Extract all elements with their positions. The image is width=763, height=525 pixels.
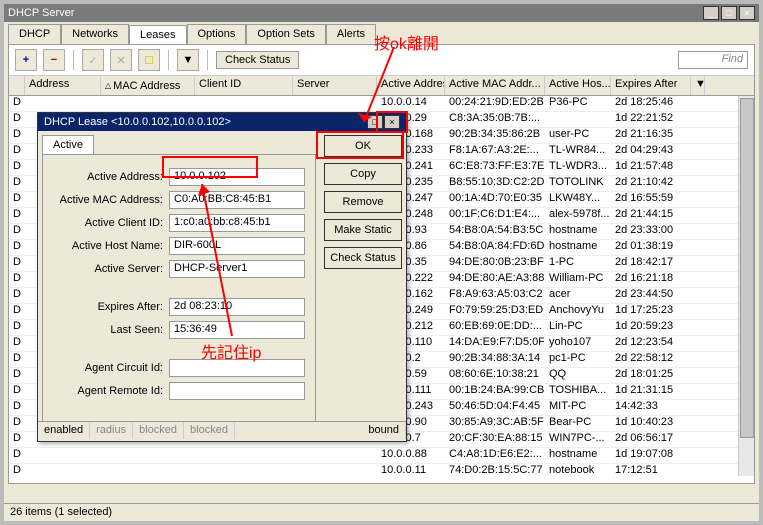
col-expires[interactable]: Expires After — [611, 76, 691, 95]
toolbar: + − ✓ ✕ ☐ ▼ Check Status Find — [9, 45, 754, 76]
check-status-button[interactable]: Check Status — [216, 51, 299, 69]
comment-icon[interactable]: ☐ — [138, 49, 160, 71]
table-row[interactable]: D10.0.0.1400:24:21:9D:ED:2BP36-PC2d 18:2… — [9, 96, 754, 112]
tab-dhcp[interactable]: DHCP — [8, 24, 61, 44]
check-status-lease-button[interactable]: Check Status — [324, 247, 402, 269]
tab-option-sets[interactable]: Option Sets — [246, 24, 325, 44]
tab-options[interactable]: Options — [187, 24, 247, 44]
status-blocked1: blocked — [133, 422, 184, 439]
table-row[interactable]: D10.0.0.1174:D0:2B:15:5C:77notebook17:12… — [9, 464, 754, 476]
filter-icon[interactable]: ▼ — [177, 49, 199, 71]
dialog-restore-button[interactable]: □ — [367, 115, 383, 129]
col-server[interactable]: Server — [293, 76, 377, 95]
fld-active-mac: C0:A0:BB:C8:45:B1 — [169, 191, 305, 209]
main-tabs: DHCP Networks Leases Options Option Sets… — [4, 22, 759, 44]
maximize-button[interactable]: □ — [721, 6, 737, 20]
tab-leases[interactable]: Leases — [129, 25, 186, 45]
copy-button[interactable]: Copy — [324, 163, 402, 185]
fld-agent-remote — [169, 382, 305, 400]
col-menu[interactable]: ▼ — [691, 76, 705, 95]
fld-agent-circuit — [169, 359, 305, 377]
col-active-mac[interactable]: Active MAC Addr... — [445, 76, 545, 95]
make-static-button[interactable]: Make Static — [324, 219, 402, 241]
close-button[interactable]: × — [739, 6, 755, 20]
dialog-title: DHCP Lease <10.0.0.102,10.0.0.102> — [44, 116, 231, 128]
lbl-agent-circuit: Agent Circuit Id: — [53, 362, 163, 374]
dialog-close-button[interactable]: × — [384, 115, 400, 129]
enable-icon[interactable]: ✓ — [82, 49, 104, 71]
col-active-host[interactable]: Active Hos... — [545, 76, 611, 95]
tab-networks[interactable]: Networks — [61, 24, 129, 44]
dialog-status: enabled radius blocked blocked bound — [38, 421, 406, 439]
lbl-active-mac: Active MAC Address: — [53, 194, 163, 206]
lbl-active-server: Active Server: — [53, 263, 163, 275]
minimize-button[interactable]: _ — [703, 6, 719, 20]
status-enabled: enabled — [38, 422, 90, 439]
tab-alerts[interactable]: Alerts — [326, 24, 376, 44]
add-button[interactable]: + — [15, 49, 37, 71]
grid-header: Address △MAC Address Client ID Server Ac… — [9, 76, 754, 96]
lbl-active-client-id: Active Client ID: — [53, 217, 163, 229]
fld-active-host: DIR-600L — [169, 237, 305, 255]
fld-last-seen: 15:36:49 — [169, 321, 305, 339]
fld-active-server: DHCP-Server1 — [169, 260, 305, 278]
remove-button[interactable]: − — [43, 49, 65, 71]
remove-lease-button[interactable]: Remove — [324, 191, 402, 213]
col-active-address[interactable]: Active Address — [377, 76, 445, 95]
col-d[interactable] — [9, 76, 25, 95]
status-blocked2: blocked — [184, 422, 235, 439]
table-row[interactable]: D10.0.0.88C4:A8:1D:E6:E2:...hostname1d 1… — [9, 448, 754, 464]
ok-button[interactable]: OK — [324, 135, 402, 157]
lbl-last-seen: Last Seen: — [53, 324, 163, 336]
lbl-active-host: Active Host Name: — [53, 240, 163, 252]
col-address[interactable]: Address — [25, 76, 101, 95]
dialog-tab-active[interactable]: Active — [42, 135, 94, 154]
lbl-expires: Expires After: — [53, 301, 163, 313]
status-bound: bound — [235, 422, 406, 439]
disable-icon[interactable]: ✕ — [110, 49, 132, 71]
lease-dialog: DHCP Lease <10.0.0.102,10.0.0.102> □ × A… — [37, 112, 407, 442]
find-input[interactable]: Find — [678, 51, 748, 69]
lbl-agent-remote: Agent Remote Id: — [53, 385, 163, 397]
fld-active-client-id: 1:c0:a0:bb:c8:45:b1 — [169, 214, 305, 232]
scrollbar[interactable] — [738, 96, 754, 476]
col-mac[interactable]: △MAC Address — [101, 76, 195, 95]
dialog-title-bar: DHCP Lease <10.0.0.102,10.0.0.102> □ × — [38, 113, 406, 131]
window-title: DHCP Server — [8, 7, 74, 19]
scrollbar-thumb[interactable] — [740, 98, 754, 438]
col-client-id[interactable]: Client ID — [195, 76, 293, 95]
status-radius: radius — [90, 422, 133, 439]
fld-active-address: 10.0.0.102 — [169, 168, 305, 186]
window-title-bar: DHCP Server _ □ × — [4, 4, 759, 22]
status-bar: 26 items (1 selected) — [4, 503, 759, 521]
lbl-active-address: Active Address: — [53, 171, 163, 183]
fld-expires: 2d 08:23:10 — [169, 298, 305, 316]
